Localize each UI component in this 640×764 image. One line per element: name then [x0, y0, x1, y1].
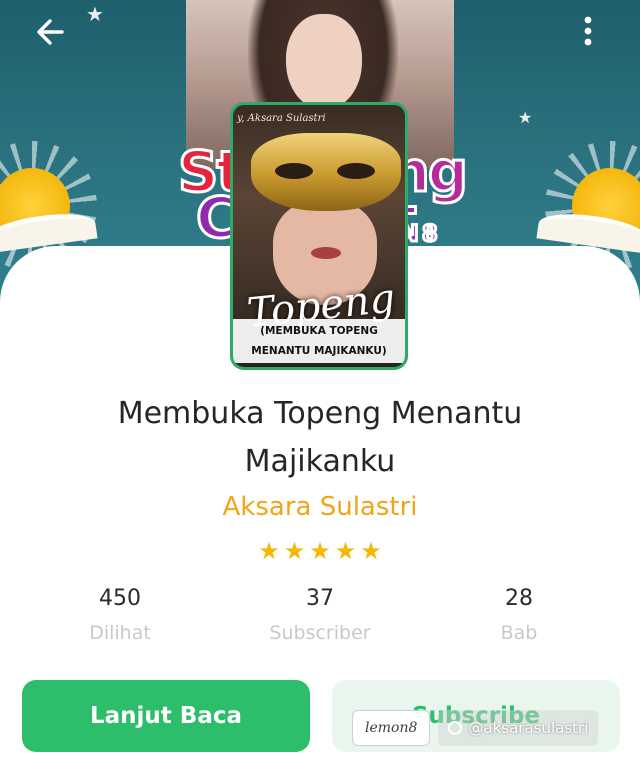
banner-photo-face — [286, 14, 362, 110]
user-icon — [448, 721, 463, 735]
stat-value: 37 — [306, 586, 334, 611]
book-cover[interactable]: y, Aksara Sulastri Topeng (MEMBUKA TOPEN… — [230, 102, 408, 370]
star-icon: ★ — [258, 537, 280, 565]
back-button[interactable] — [28, 12, 76, 52]
stat-label: Bab — [500, 622, 538, 644]
stat-views: 450 Dilihat — [20, 586, 220, 644]
continue-reading-button[interactable]: Lanjut Baca — [22, 680, 310, 752]
arrow-left-icon — [37, 19, 64, 45]
cover-subtitle: (MEMBUKA TOPENG MENANTU MAJIKANKU) — [233, 319, 405, 363]
stat-value: 450 — [99, 586, 141, 611]
star-decoration-icon: ★ — [518, 108, 533, 127]
watermark-handle-text: @aksarasulastri — [468, 719, 589, 737]
lemon8-logo: lemon8 — [352, 710, 431, 746]
more-options-button[interactable] — [572, 10, 604, 54]
star-icon: ★ — [283, 537, 306, 565]
book-author-link[interactable]: Aksara Sulastri — [0, 492, 640, 522]
watermark-handle: @aksarasulastri — [438, 710, 599, 746]
book-title: Membuka Topeng Menantu Majikanku — [117, 396, 523, 479]
mask-eye — [275, 163, 313, 179]
stat-label: Dilihat — [89, 622, 151, 644]
mask-eye — [337, 163, 375, 179]
cover-lips — [311, 247, 341, 259]
cover-author-text: y, Aksara Sulastri — [237, 113, 326, 124]
star-rating: ★ ★ ★ ★ ★ — [0, 537, 640, 565]
stat-chapters: 28 Bab — [419, 586, 619, 644]
stat-subscribers: 37 Subscriber — [220, 586, 420, 644]
star-icon: ★ — [360, 537, 382, 565]
star-decoration-icon: ★ — [86, 2, 104, 26]
more-vertical-icon — [584, 16, 592, 46]
star-icon: ★ — [309, 537, 331, 565]
masquerade-mask-image — [251, 133, 401, 211]
watermark: lemon8 @aksarasulastri — [352, 708, 622, 748]
stat-label: Subscriber — [269, 622, 371, 644]
star-icon: ★ — [334, 537, 357, 565]
stat-value: 28 — [505, 586, 533, 611]
